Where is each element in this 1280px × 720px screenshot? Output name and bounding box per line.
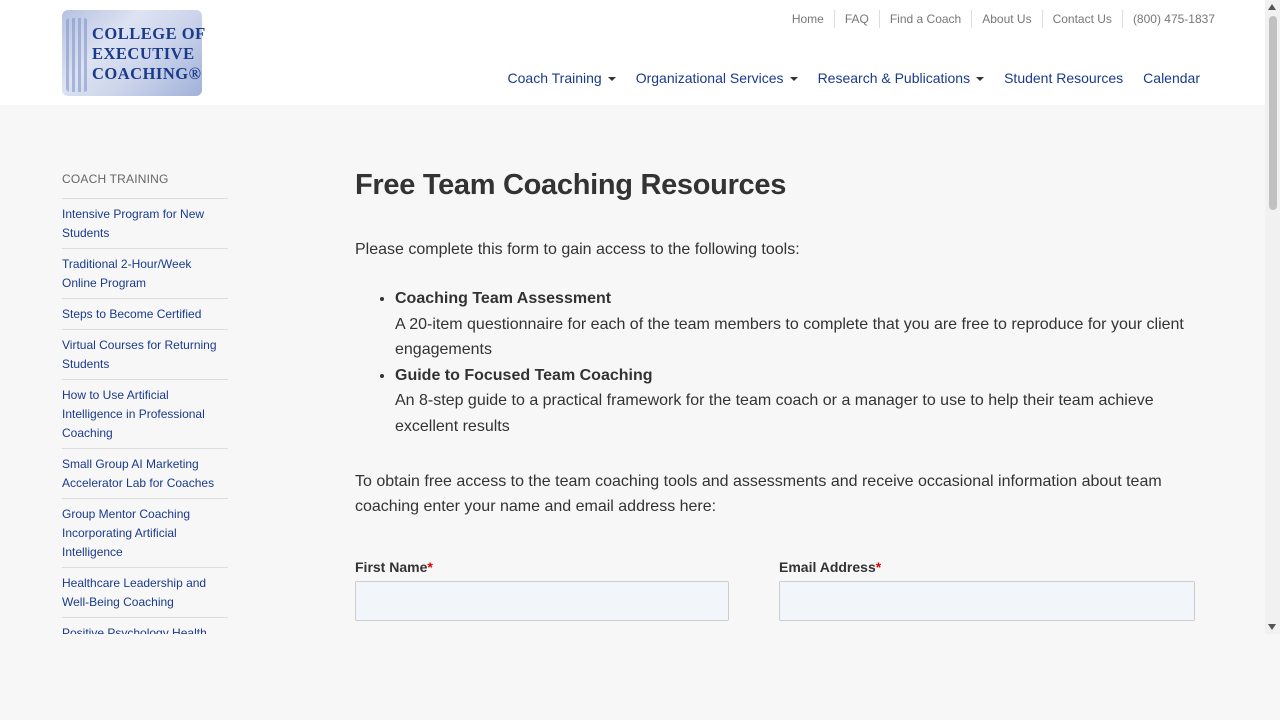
nav-label: Student Resources	[1004, 70, 1124, 86]
sidebar-list: Intensive Program for New Students Tradi…	[62, 199, 228, 634]
sidebar-item-traditional-program[interactable]: Traditional 2-Hour/Week Online Program	[62, 249, 228, 299]
logo-line-2: EXECUTIVE	[92, 44, 195, 63]
tool-name: Guide to Focused Team Coaching	[395, 366, 653, 384]
email-input[interactable]	[779, 581, 1195, 621]
intro-text: Please complete this form to gain access…	[355, 241, 800, 258]
tool-item: Guide to Focused Team Coaching An 8-step…	[395, 363, 1195, 440]
nav-label: Organizational Services	[635, 70, 784, 86]
required-mark: *	[875, 559, 882, 575]
sidebar-item-ai-marketing-lab[interactable]: Small Group AI Marketing Accelerator Lab…	[62, 449, 228, 499]
first-name-input[interactable]	[355, 581, 729, 621]
caret-down-icon	[789, 77, 798, 81]
tool-description: A 20-item questionnaire for each of the …	[395, 315, 1184, 359]
tool-name: Coaching Team Assessment	[395, 290, 612, 307]
sidebar-item-healthcare[interactable]: Healthcare Leadership and Well-Being Coa…	[62, 568, 228, 618]
email-label: Email Address*	[779, 559, 1195, 575]
logo-line-3: COACHING®	[92, 64, 202, 83]
page-title: Free Team Coaching Resources	[355, 169, 787, 201]
main-content: Free Team Coaching Resources Please comp…	[355, 166, 1195, 621]
scroll-up-icon[interactable]	[1268, 4, 1276, 10]
email-label-text: Email Address	[779, 559, 876, 575]
nav-label: Calendar	[1143, 70, 1200, 86]
nav-coach-training[interactable]: Coach Training	[498, 70, 626, 86]
sidebar-heading: COACH TRAINING	[62, 172, 228, 199]
first-name-group: First Name*	[355, 559, 729, 621]
sidebar-item-virtual-courses[interactable]: Virtual Courses for Returning Students	[62, 330, 228, 380]
utility-link-contact-us[interactable]: Contact Us	[1041, 10, 1122, 28]
utility-link-phone[interactable]: (800) 475-1837	[1121, 10, 1225, 28]
nav-label: Coach Training	[507, 70, 602, 86]
obtain-text: To obtain free access to the team coachi…	[355, 473, 1162, 515]
sidebar: COACH TRAINING Intensive Program for New…	[62, 172, 228, 634]
nav-student-resources[interactable]: Student Resources	[994, 70, 1133, 86]
first-name-label: First Name*	[355, 559, 729, 575]
utility-link-faq[interactable]: FAQ	[833, 10, 879, 28]
utility-link-about-us[interactable]: About Us	[971, 10, 1041, 28]
sidebar-item-ai-coaching[interactable]: How to Use Artificial Intelligence in Pr…	[62, 380, 228, 449]
required-mark: *	[427, 559, 433, 575]
scroll-down-icon[interactable]	[1268, 624, 1276, 630]
sidebar-item-group-mentor[interactable]: Group Mentor Coaching Incorporating Arti…	[62, 499, 228, 568]
site-header: COLLEGE OF EXECUTIVE COACHING® Home FAQ …	[0, 0, 1265, 105]
sidebar-item-steps-certified[interactable]: Steps to Become Certified	[62, 299, 228, 330]
sidebar-item-intensive-program[interactable]: Intensive Program for New Students	[62, 199, 228, 249]
nav-label: Research & Publications	[817, 70, 971, 86]
logo-text: COLLEGE OF EXECUTIVE COACHING®	[92, 24, 206, 84]
tool-item: Coaching Team Assessment A 20-item quest…	[395, 286, 1195, 363]
tool-description: An 8-step guide to a practical framework…	[395, 392, 1154, 435]
college-logo[interactable]: COLLEGE OF EXECUTIVE COACHING®	[62, 10, 205, 96]
nav-research-publications[interactable]: Research & Publications	[808, 70, 995, 86]
main-nav: Coach Training Organizational Services R…	[498, 70, 1210, 86]
sidebar-item-positive-psychology[interactable]: Positive Psychology Health	[62, 618, 228, 634]
scroll-thumb[interactable]	[1269, 16, 1277, 210]
caret-down-icon	[607, 77, 616, 81]
page-scrollbar[interactable]	[1265, 0, 1280, 634]
email-group: Email Address*	[779, 559, 1195, 621]
nav-calendar[interactable]: Calendar	[1133, 70, 1210, 86]
first-name-label-text: First Name	[355, 559, 428, 575]
tools-list: Coaching Team Assessment A 20-item quest…	[355, 286, 1195, 439]
logo-line-1: COLLEGE OF	[92, 24, 206, 43]
utility-nav: Home FAQ Find a Coach About Us Contact U…	[782, 10, 1225, 28]
utility-link-find-a-coach[interactable]: Find a Coach	[878, 10, 971, 28]
caret-down-icon	[976, 77, 985, 81]
utility-link-home[interactable]: Home	[782, 10, 834, 28]
nav-organizational-services[interactable]: Organizational Services	[626, 70, 808, 86]
